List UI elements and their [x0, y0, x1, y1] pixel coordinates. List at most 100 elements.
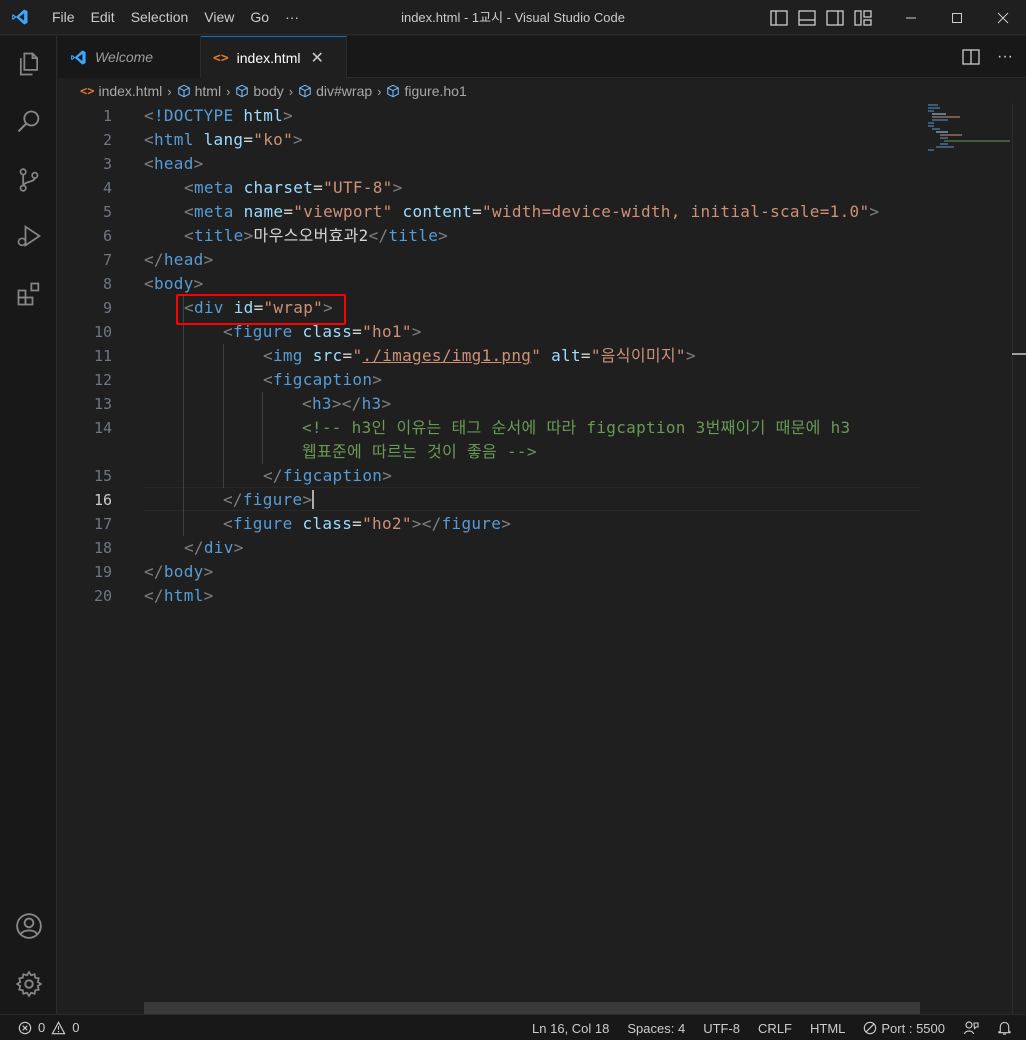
- split-editor-icon[interactable]: [958, 44, 984, 70]
- file-encoding[interactable]: UTF-8: [694, 1015, 749, 1040]
- menu-edit[interactable]: Edit: [83, 0, 123, 35]
- line-number-current: 16: [93, 491, 112, 509]
- element-cube-icon: [177, 84, 190, 98]
- image-path-link[interactable]: ./images/img1.png: [362, 346, 531, 365]
- line-number: 10: [93, 323, 112, 341]
- code-line-16: </figure>: [223, 490, 313, 509]
- cursor-position-marker: [1012, 353, 1026, 355]
- notifications-bell-icon[interactable]: [988, 1015, 1026, 1040]
- code-line-18: </div>: [184, 538, 244, 557]
- html-file-icon: <>: [80, 84, 95, 98]
- breadcrumb: <> index.html › html › body › div#wrap ›…: [58, 79, 1026, 103]
- breadcrumb-file[interactable]: <> index.html: [80, 83, 162, 99]
- element-cube-icon: [236, 84, 249, 98]
- tab-welcome[interactable]: Welcome: [58, 36, 201, 78]
- breadcrumb-figure-ho1[interactable]: figure.ho1: [386, 83, 467, 99]
- title-bar: File Edit Selection View Go ··· index.ht…: [0, 0, 1026, 35]
- code-line-7: </head>: [144, 250, 214, 269]
- breadcrumb-body-label: body: [253, 83, 284, 99]
- language-mode[interactable]: HTML: [801, 1015, 854, 1040]
- accounts-icon[interactable]: [0, 900, 57, 952]
- line-number: 5: [102, 203, 112, 221]
- cursor-position[interactable]: Ln 16, Col 18: [523, 1015, 618, 1040]
- source-control-icon[interactable]: [0, 154, 57, 206]
- menu-file[interactable]: File: [40, 0, 83, 35]
- end-of-line[interactable]: CRLF: [749, 1015, 801, 1040]
- menu-selection[interactable]: Selection: [123, 0, 197, 35]
- horizontal-scrollbar[interactable]: [144, 1002, 920, 1014]
- code-line-13: <h3></h3>: [302, 394, 392, 413]
- warning-icon: [51, 1020, 66, 1034]
- problems-indicator[interactable]: 0 0: [0, 1020, 79, 1035]
- customize-layout-icon[interactable]: [850, 5, 876, 31]
- code-editor[interactable]: 1 2 3 4 5 6 7 8 9 10 11 12 13 14 15 16 1…: [58, 103, 1026, 1014]
- code-line-20: </html>: [144, 586, 214, 605]
- minimap[interactable]: [926, 103, 1016, 163]
- tab-welcome-label: Welcome: [95, 49, 154, 65]
- code-text[interactable]: <!DOCTYPE html> <html lang="ko"> <head> …: [144, 103, 924, 1014]
- search-icon[interactable]: [0, 96, 57, 148]
- extensions-icon[interactable]: [0, 268, 57, 320]
- element-cube-icon: [299, 84, 311, 98]
- editor-tab-bar: Welcome <> index.html ✕ ···: [58, 36, 1026, 79]
- line-number: 18: [93, 539, 112, 557]
- breadcrumb-html-label: html: [194, 83, 222, 99]
- menu-more[interactable]: ···: [277, 0, 307, 35]
- vscode-logo-icon: [0, 0, 40, 35]
- live-server-port[interactable]: Port : 5500: [854, 1015, 954, 1040]
- code-line-17: <figure class="ho2"></figure>: [223, 514, 512, 533]
- line-number: 19: [93, 563, 112, 581]
- line-number: 12: [93, 371, 112, 389]
- menu-go[interactable]: Go: [242, 0, 277, 35]
- no-entry-icon: [864, 1021, 877, 1035]
- status-bar: 0 0 Ln 16, Col 18 Spaces: 4 UTF-8 CRLF H…: [0, 1014, 1026, 1040]
- vertical-scrollbar[interactable]: [1012, 103, 1026, 1014]
- code-line-5: <meta name="viewport" content="width=dev…: [184, 202, 880, 221]
- chevron-right-icon: ›: [167, 83, 172, 99]
- breadcrumb-body[interactable]: body: [235, 83, 284, 99]
- line-number: 6: [102, 227, 112, 245]
- indentation[interactable]: Spaces: 4: [618, 1015, 694, 1040]
- menu-view[interactable]: View: [196, 0, 242, 35]
- run-and-debug-icon[interactable]: [0, 210, 57, 262]
- toggle-panel-icon[interactable]: [794, 5, 820, 31]
- line-number: 20: [93, 587, 112, 605]
- close-tab-icon[interactable]: ✕: [310, 48, 323, 68]
- manage-gear-icon[interactable]: [0, 958, 57, 1010]
- warning-count: 0: [72, 1020, 80, 1035]
- text-cursor: [312, 490, 314, 509]
- code-line-3: <head>: [144, 154, 204, 173]
- line-number: 3: [102, 155, 112, 173]
- close-window-icon[interactable]: [980, 0, 1026, 35]
- tab-index-html-label: index.html: [236, 50, 301, 66]
- menu-bar: File Edit Selection View Go ···: [40, 0, 307, 35]
- line-number: 11: [93, 347, 112, 365]
- code-line-2: <html lang="ko">: [144, 130, 303, 149]
- toggle-primary-sidebar-icon[interactable]: [766, 5, 792, 31]
- line-number: 15: [93, 467, 112, 485]
- more-actions-icon[interactable]: ···: [992, 44, 1018, 70]
- code-line-15: </figcaption>: [263, 466, 393, 485]
- toggle-secondary-sidebar-icon[interactable]: [822, 5, 848, 31]
- line-number: 4: [102, 179, 112, 197]
- minimize-icon[interactable]: [888, 0, 934, 35]
- line-number-gutter: 1 2 3 4 5 6 7 8 9 10 11 12 13 14 15 16 1…: [58, 103, 128, 1014]
- error-icon: [18, 1021, 32, 1034]
- chevron-right-icon: ›: [288, 83, 294, 99]
- vscode-icon: [71, 49, 86, 65]
- line-number: 1: [102, 107, 112, 125]
- maximize-icon[interactable]: [934, 0, 980, 35]
- breadcrumb-div-wrap[interactable]: div#wrap: [298, 83, 372, 99]
- code-line-12: <figcaption>: [263, 370, 383, 389]
- feedback-icon[interactable]: [954, 1015, 988, 1040]
- code-line-11: <img src="./images/img1.png" alt="음식이미지"…: [263, 346, 696, 365]
- tab-index-html[interactable]: <> index.html ✕: [201, 36, 347, 79]
- activity-bar: [0, 36, 57, 1014]
- code-line-8: <body>: [144, 274, 204, 293]
- breadcrumb-file-label: index.html: [98, 83, 163, 99]
- error-count: 0: [38, 1020, 46, 1035]
- breadcrumb-html[interactable]: html: [177, 83, 221, 99]
- explorer-icon[interactable]: [0, 38, 57, 90]
- breadcrumb-div-wrap-label: div#wrap: [316, 83, 373, 99]
- element-cube-icon: [387, 84, 400, 98]
